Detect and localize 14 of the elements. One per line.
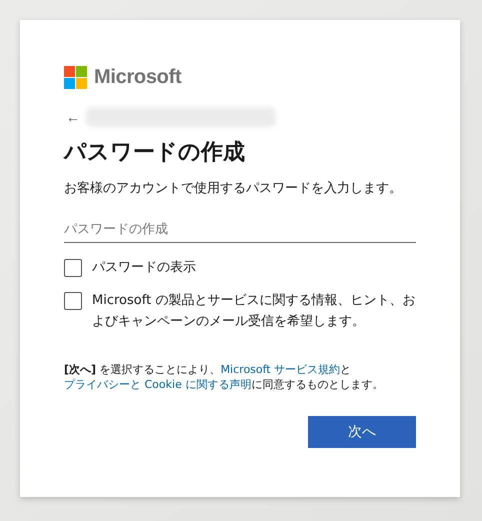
page-title: パスワードの作成 — [64, 139, 246, 167]
terms-link[interactable]: プライバシーと Cookie に関する声明 — [64, 378, 252, 391]
checkbox[interactable] — [64, 259, 82, 277]
windows-logo-icon — [64, 66, 87, 89]
description-text: お客様のアカウントで使用するパスワードを入力します。 — [64, 180, 403, 197]
back-button[interactable]: ← — [64, 109, 82, 125]
password-field[interactable]: パスワードの作成 — [64, 215, 416, 243]
checkbox[interactable] — [64, 292, 82, 310]
brand-name: Microsoft — [94, 66, 182, 89]
next-button[interactable]: 次へ — [308, 416, 416, 448]
checkbox-label: パスワードの表示 — [92, 259, 196, 277]
terms-text: [次へ] を選択することにより、Microsoft サービス規約 と プライバシーと Cookie に関する声明に同意するものとします。 — [64, 362, 384, 392]
checkbox-label: Microsoft の製品とサービスに関する情報、ヒント、およびキャンペーンのメール受信を希望します。 — [92, 292, 416, 331]
terms-link[interactable]: Microsoft サービス規約 — [220, 363, 340, 376]
